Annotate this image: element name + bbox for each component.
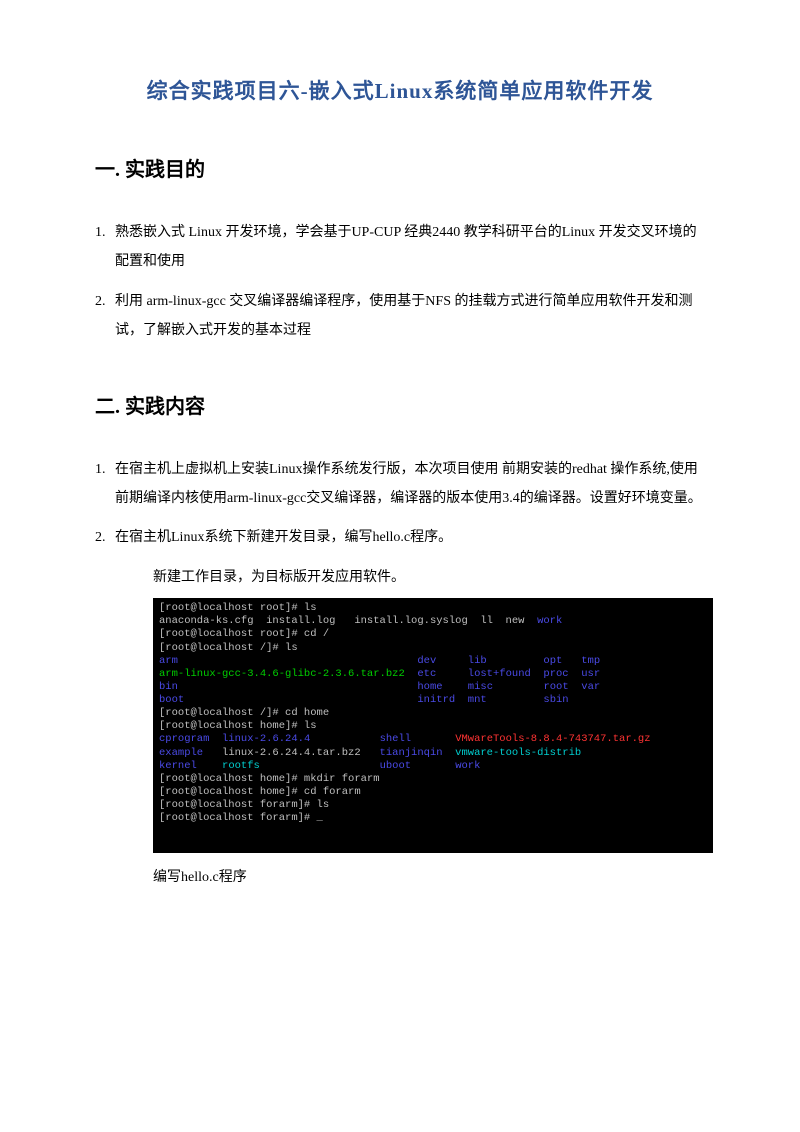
- term-link: vmware-tools-distrib: [455, 747, 581, 759]
- term-dir: work: [537, 615, 562, 627]
- term-dir: lib: [468, 655, 487, 667]
- term-dir: opt: [543, 655, 562, 667]
- term-dir: sbin: [543, 694, 568, 706]
- list-item: 1. 熟悉嵌入式 Linux 开发环境，学会基于UP-CUP 经典2440 教学…: [95, 218, 705, 277]
- term-line: [root@localhost home]# mkdir forarm: [159, 773, 380, 785]
- list-text: 在宿主机上虚拟机上安装Linux操作系统发行版，本次项目使用 前期安装的redh…: [115, 455, 705, 514]
- list-text: 熟悉嵌入式 Linux 开发环境，学会基于UP-CUP 经典2440 教学科研平…: [115, 218, 705, 277]
- term-line: [root@localhost home]# ls: [159, 720, 317, 732]
- heading-content: 二. 实践内容: [95, 390, 705, 419]
- list-item: 1. 在宿主机上虚拟机上安装Linux操作系统发行版，本次项目使用 前期安装的r…: [95, 455, 705, 514]
- term-line: anaconda-ks.cfg install.log install.log.…: [159, 615, 537, 627]
- term-link: rootfs: [222, 760, 260, 772]
- list-number: 2.: [95, 523, 115, 552]
- term-dir: shell: [380, 733, 412, 745]
- term-dir: lost+found: [468, 668, 531, 680]
- term-dir: root: [543, 681, 568, 693]
- term-dir: uboot: [380, 760, 412, 772]
- term-dir: misc: [468, 681, 493, 693]
- list-number: 1.: [95, 218, 115, 277]
- term-line: [root@localhost forarm]# ls: [159, 799, 329, 811]
- term-archive: VMwareTools-8.8.4-743747.tar.gz: [455, 733, 650, 745]
- term-dir: example: [159, 747, 203, 759]
- term-line: [root@localhost root]# cd /: [159, 628, 329, 640]
- term-line: [root@localhost /]# ls: [159, 642, 298, 654]
- list-item: 2. 利用 arm-linux-gcc 交叉编译器编译程序，使用基于NFS 的挂…: [95, 287, 705, 346]
- list-number: 2.: [95, 287, 115, 346]
- term-dir: work: [455, 760, 480, 772]
- term-dir: boot: [159, 694, 184, 706]
- term-dir: bin: [159, 681, 178, 693]
- cursor-icon: _: [317, 812, 323, 824]
- sub-text-mkdir: 新建工作目录，为目标版开发应用软件。: [153, 563, 705, 592]
- term-line: [root@localhost root]# ls: [159, 602, 317, 614]
- term-line: [root@localhost home]# cd forarm: [159, 786, 361, 798]
- term-line: [root@localhost /]# cd home: [159, 707, 329, 719]
- term-line: [root@localhost forarm]#: [159, 812, 317, 824]
- term-dir: tmp: [581, 655, 600, 667]
- page-title: 综合实践项目六-嵌入式Linux系统简单应用软件开发: [95, 75, 705, 105]
- term-dir: kernel: [159, 760, 197, 772]
- terminal-screenshot: [root@localhost root]# ls anaconda-ks.cf…: [153, 598, 713, 853]
- term-dir: initrd: [417, 694, 455, 706]
- term-dir: usr: [581, 668, 600, 680]
- section-purpose: 一. 实践目的 1. 熟悉嵌入式 Linux 开发环境，学会基于UP-CUP 经…: [95, 153, 705, 346]
- heading-purpose: 一. 实践目的: [95, 153, 705, 182]
- term-file: linux-2.6.24.4.tar.bz2: [222, 747, 361, 759]
- list-text: 利用 arm-linux-gcc 交叉编译器编译程序，使用基于NFS 的挂载方式…: [115, 287, 705, 346]
- term-dir: cprogram: [159, 733, 209, 745]
- term-dir: proc: [543, 668, 568, 680]
- term-dir: var: [581, 681, 600, 693]
- term-dir: arm: [159, 655, 178, 667]
- list-item: 2. 在宿主机Linux系统下新建开发目录，编写hello.c程序。: [95, 523, 705, 552]
- section-content: 二. 实践内容 1. 在宿主机上虚拟机上安装Linux操作系统发行版，本次项目使…: [95, 390, 705, 893]
- list-number: 1.: [95, 455, 115, 514]
- term-dir: home: [417, 681, 442, 693]
- list-text: 在宿主机Linux系统下新建开发目录，编写hello.c程序。: [115, 523, 705, 552]
- term-file: arm-linux-gcc-3.4.6-glibc-2.3.6.tar.bz2: [159, 668, 405, 680]
- term-dir: tianjinqin: [380, 747, 443, 759]
- term-dir: linux-2.6.24.4: [222, 733, 310, 745]
- sub-text-hello: 编写hello.c程序: [153, 863, 705, 892]
- term-dir: dev: [417, 655, 436, 667]
- term-dir: etc: [417, 668, 436, 680]
- term-dir: mnt: [468, 694, 487, 706]
